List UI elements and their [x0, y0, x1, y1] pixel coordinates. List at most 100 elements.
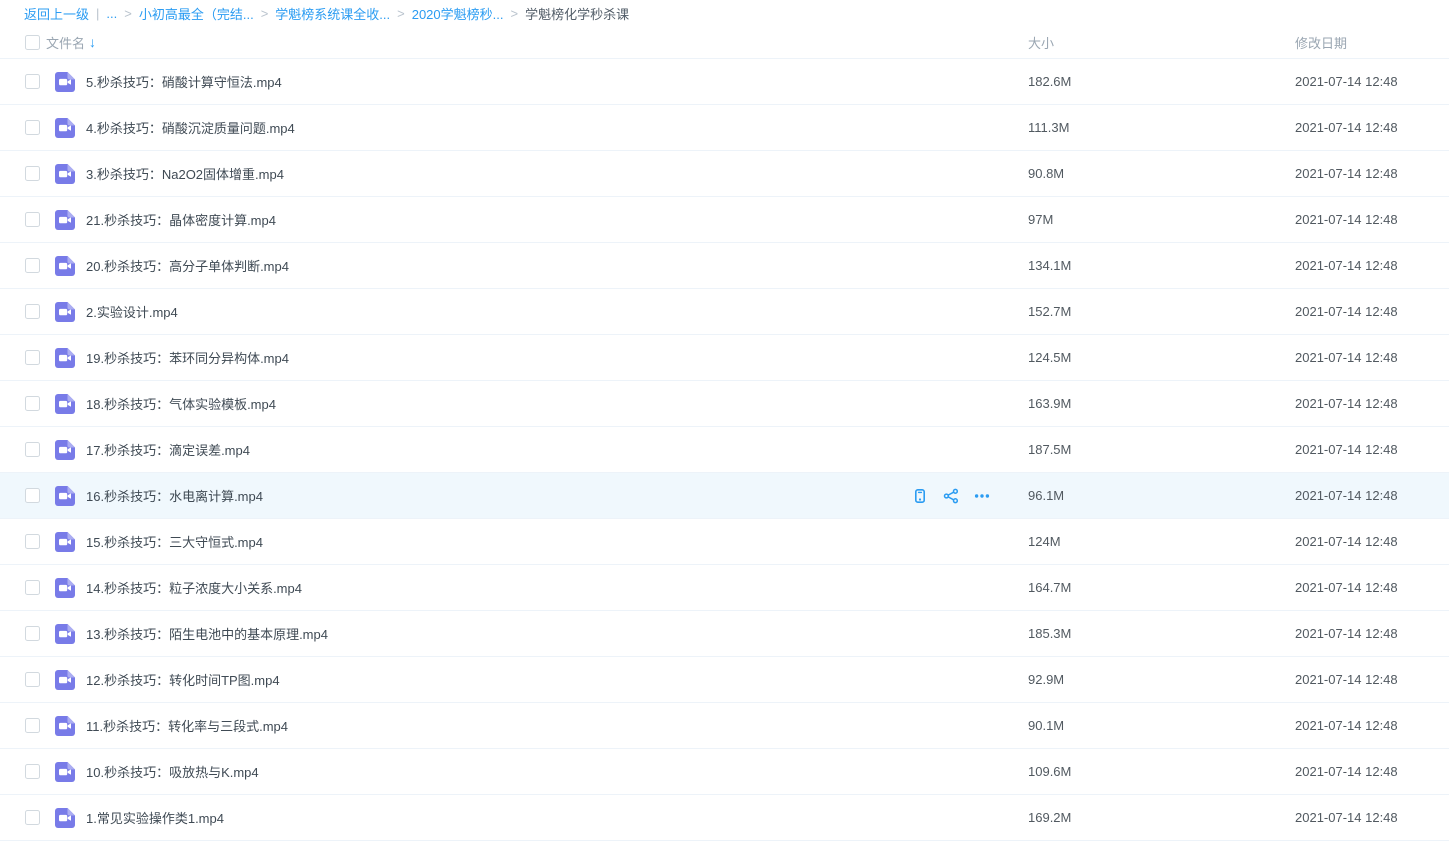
file-name[interactable]: 18.秒杀技巧：气体实验模板.mp4 [86, 394, 912, 413]
file-name[interactable]: 14.秒杀技巧：粒子浓度大小关系.mp4 [86, 578, 912, 597]
file-date: 2021-07-14 12:48 [1287, 488, 1449, 503]
file-date: 2021-07-14 12:48 [1287, 534, 1449, 549]
file-name[interactable]: 10.秒杀技巧：吸放热与K.mp4 [86, 762, 912, 781]
row-checkbox[interactable] [25, 304, 40, 319]
file-size: 182.6M [1020, 74, 1287, 89]
table-row[interactable]: 19.秒杀技巧：苯环同分异构体.mp4 [0, 335, 1449, 381]
file-date: 2021-07-14 12:48 [1287, 120, 1449, 135]
table-row[interactable]: 10.秒杀技巧：吸放热与K.mp4 [0, 749, 1449, 795]
file-name[interactable]: 13.秒杀技巧：陌生电池中的基本原理.mp4 [86, 624, 912, 643]
file-name[interactable]: 1.常见实验操作类1.mp4 [86, 808, 912, 827]
row-checkbox[interactable] [25, 810, 40, 825]
file-name[interactable]: 17.秒杀技巧：滴定误差.mp4 [86, 440, 912, 459]
row-checkbox[interactable] [25, 166, 40, 181]
video-file-icon [54, 255, 76, 277]
column-header-filename[interactable]: 文件名 [46, 33, 85, 52]
video-file-icon [54, 71, 76, 93]
video-file-icon [54, 531, 76, 553]
file-name[interactable]: 21.秒杀技巧：晶体密度计算.mp4 [86, 210, 912, 229]
row-checkbox[interactable] [25, 212, 40, 227]
file-date: 2021-07-14 12:48 [1287, 626, 1449, 641]
file-list: 5.秒杀技巧：硝酸计算守恒法.mp4 [0, 59, 1449, 841]
row-checkbox[interactable] [25, 718, 40, 733]
table-row[interactable]: 12.秒杀技巧：转化时间TP图.mp4 [0, 657, 1449, 703]
file-name[interactable]: 19.秒杀技巧：苯环同分异构体.mp4 [86, 348, 912, 367]
table-row[interactable]: 3.秒杀技巧：Na2O2固体增重.mp4 [0, 151, 1449, 197]
file-size: 163.9M [1020, 396, 1287, 411]
breadcrumb-current-folder: 学魁榜化学秒杀课 [525, 4, 629, 23]
table-row[interactable]: 14.秒杀技巧：粒子浓度大小关系.mp4 [0, 565, 1449, 611]
file-size: 96.1M [1020, 488, 1287, 503]
table-row[interactable]: 13.秒杀技巧：陌生电池中的基本原理.mp4 [0, 611, 1449, 657]
file-date: 2021-07-14 12:48 [1287, 718, 1449, 733]
table-row[interactable]: 15.秒杀技巧：三大守恒式.mp4 [0, 519, 1449, 565]
row-checkbox[interactable] [25, 672, 40, 687]
row-checkbox[interactable] [25, 120, 40, 135]
row-checkbox[interactable] [25, 488, 40, 503]
row-checkbox[interactable] [25, 580, 40, 595]
breadcrumb-parent-2[interactable]: 学魁榜系统课全收... [275, 4, 390, 23]
row-checkbox[interactable] [25, 442, 40, 457]
video-file-icon [54, 163, 76, 185]
video-file-icon [54, 393, 76, 415]
file-name[interactable]: 12.秒杀技巧：转化时间TP图.mp4 [86, 670, 912, 689]
select-all-checkbox[interactable] [25, 35, 40, 50]
file-date: 2021-07-14 12:48 [1287, 350, 1449, 365]
table-row[interactable]: 4.秒杀技巧：硝酸沉淀质量问题.mp4 [0, 105, 1449, 151]
save-to-device-icon[interactable] [912, 488, 928, 504]
table-row[interactable]: 17.秒杀技巧：滴定误差.mp4 [0, 427, 1449, 473]
row-checkbox[interactable] [25, 534, 40, 549]
row-checkbox[interactable] [25, 626, 40, 641]
table-row[interactable]: 11.秒杀技巧：转化率与三段式.mp4 [0, 703, 1449, 749]
file-size: 152.7M [1020, 304, 1287, 319]
file-name[interactable]: 16.秒杀技巧：水电离计算.mp4 [86, 486, 912, 505]
row-checkbox[interactable] [25, 74, 40, 89]
file-size: 169.2M [1020, 810, 1287, 825]
breadcrumb-collapsed-link[interactable]: ... [106, 6, 117, 21]
table-row[interactable]: 2.实验设计.mp4 [0, 289, 1449, 335]
file-date: 2021-07-14 12:48 [1287, 304, 1449, 319]
table-row[interactable]: 1.常见实验操作类1.mp4 [0, 795, 1449, 841]
breadcrumb-parent-1[interactable]: 小初高最全（完结... [139, 4, 254, 23]
more-actions-icon[interactable] [974, 488, 990, 504]
sort-desc-icon[interactable]: ↓ [89, 34, 96, 50]
breadcrumb-pipe: | [96, 6, 99, 21]
file-size: 134.1M [1020, 258, 1287, 273]
video-file-icon [54, 301, 76, 323]
table-row[interactable]: 5.秒杀技巧：硝酸计算守恒法.mp4 [0, 59, 1449, 105]
file-name[interactable]: 20.秒杀技巧：高分子单体判断.mp4 [86, 256, 912, 275]
file-name[interactable]: 2.实验设计.mp4 [86, 302, 912, 321]
video-file-icon [54, 761, 76, 783]
column-header-size[interactable]: 大小 [1020, 33, 1287, 52]
row-checkbox[interactable] [25, 764, 40, 779]
file-name[interactable]: 11.秒杀技巧：转化率与三段式.mp4 [86, 716, 912, 735]
file-date: 2021-07-14 12:48 [1287, 258, 1449, 273]
file-name[interactable]: 4.秒杀技巧：硝酸沉淀质量问题.mp4 [86, 118, 912, 137]
row-checkbox[interactable] [25, 350, 40, 365]
breadcrumb-separator: > [510, 6, 518, 21]
video-file-icon [54, 669, 76, 691]
file-name[interactable]: 15.秒杀技巧：三大守恒式.mp4 [86, 532, 912, 551]
video-file-icon [54, 577, 76, 599]
table-row[interactable]: 21.秒杀技巧：晶体密度计算.mp4 [0, 197, 1449, 243]
file-size: 187.5M [1020, 442, 1287, 457]
file-name[interactable]: 3.秒杀技巧：Na2O2固体增重.mp4 [86, 164, 912, 183]
file-manager: 返回上一级 | ... > 小初高最全（完结... > 学魁榜系统课全收... … [0, 0, 1449, 841]
breadcrumb-back-link[interactable]: 返回上一级 [24, 4, 89, 23]
file-size: 109.6M [1020, 764, 1287, 779]
table-row[interactable]: 18.秒杀技巧：气体实验模板.mp4 [0, 381, 1449, 427]
row-checkbox[interactable] [25, 258, 40, 273]
file-date: 2021-07-14 12:48 [1287, 212, 1449, 227]
table-row[interactable]: 16.秒杀技巧：水电离计算.mp4 [0, 473, 1449, 519]
breadcrumb-parent-3[interactable]: 2020学魁榜秒... [412, 4, 504, 23]
video-file-icon [54, 439, 76, 461]
file-name[interactable]: 5.秒杀技巧：硝酸计算守恒法.mp4 [86, 72, 912, 91]
file-date: 2021-07-14 12:48 [1287, 580, 1449, 595]
column-header-date[interactable]: 修改日期 [1287, 33, 1449, 52]
breadcrumb-separator: > [124, 6, 132, 21]
file-size: 164.7M [1020, 580, 1287, 595]
row-checkbox[interactable] [25, 396, 40, 411]
table-row[interactable]: 20.秒杀技巧：高分子单体判断.mp4 [0, 243, 1449, 289]
file-size: 92.9M [1020, 672, 1287, 687]
share-icon[interactable] [943, 488, 959, 504]
